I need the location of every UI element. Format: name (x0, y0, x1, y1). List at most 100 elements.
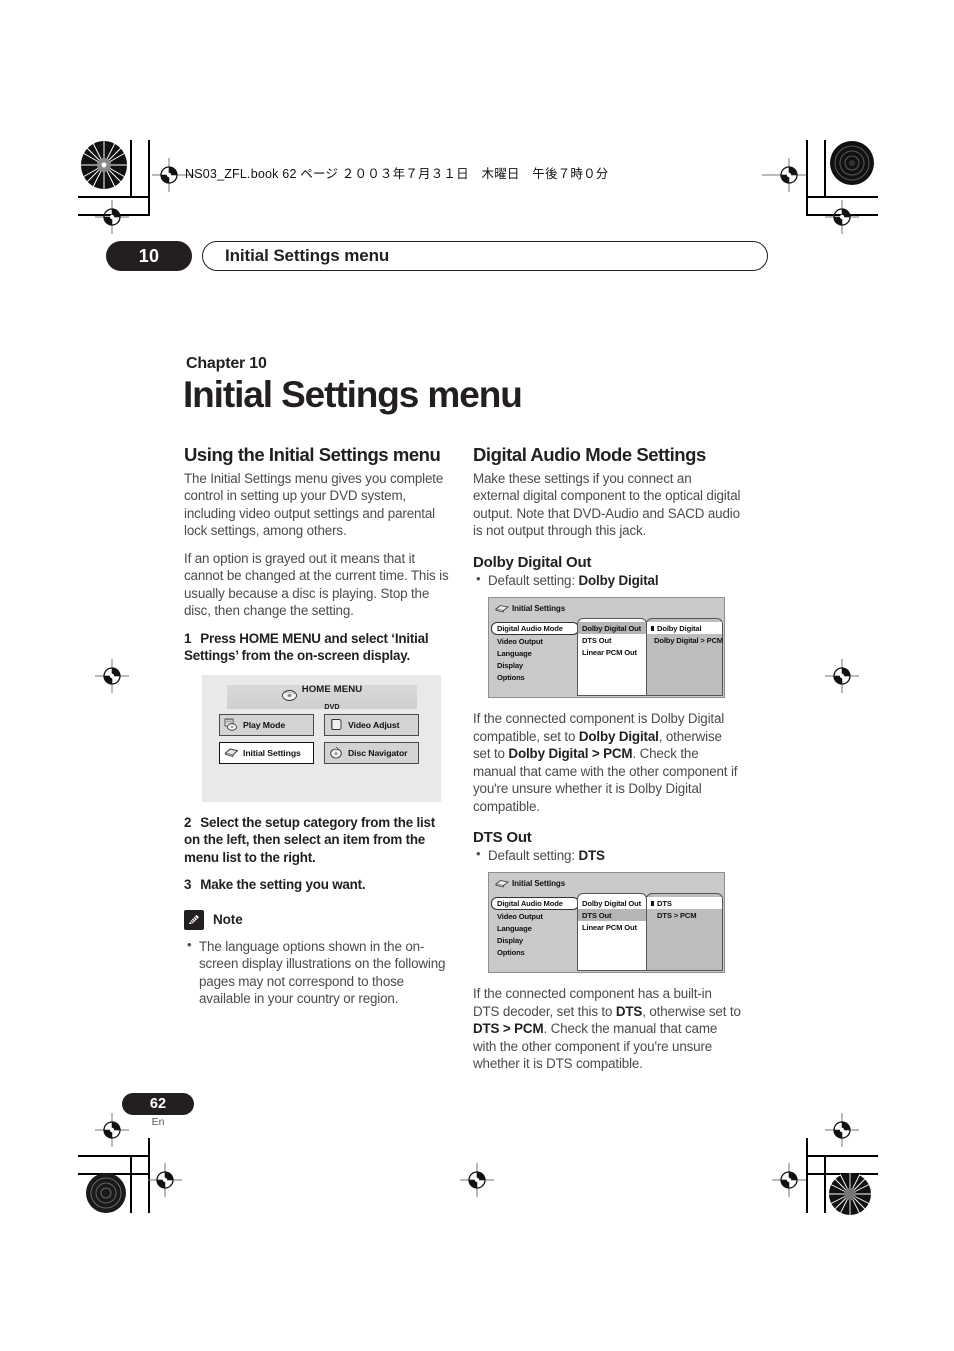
home-menu-button-video-adjust[interactable]: Video Adjust (324, 713, 419, 736)
home-menu-title-sub: DVD (324, 701, 340, 711)
note-title: Note (213, 912, 243, 928)
right-column: Digital Audio Mode Settings Make these s… (473, 443, 741, 1083)
dolby-default-prefix: Default setting: (488, 572, 579, 588)
print-rosette-bottom-left (85, 1172, 127, 1214)
subsection-heading-dolby-digital-out: Dolby Digital Out (473, 553, 592, 571)
registration-mark-left-lower (95, 1113, 129, 1147)
paragraph-dts-explanation: If the connected component has a built-i… (473, 985, 741, 1072)
dts-default-value: DTS (578, 848, 605, 863)
home-menu-button-label: Disc Navigator (348, 747, 408, 758)
step-2-number: 2 (184, 814, 192, 830)
osd-item-selected[interactable]: DTS Out (578, 909, 646, 922)
dts-default-prefix: Default setting: (488, 848, 579, 863)
osd-category-item[interactable]: Language (492, 647, 578, 659)
home-menu-button-play-mode[interactable]: Play Mode (219, 713, 314, 736)
step-1-text: Press HOME MENU and select ‘Initial Sett… (184, 630, 429, 664)
osd-category-item[interactable]: Display (492, 934, 578, 946)
registration-mark-right-upper (825, 200, 859, 234)
crop-mark-bottom-left-h (78, 1155, 150, 1157)
osd-category-item[interactable]: Options (492, 946, 578, 958)
home-menu-button-label: Initial Settings (243, 747, 301, 758)
osd-category-item[interactable]: Language (492, 922, 578, 934)
page-language-code: En (151, 1116, 165, 1128)
dolby-default-item: Default setting: Dolby Digital (473, 571, 741, 589)
crop-mark-bottom-right-v (824, 1155, 826, 1213)
play-mode-icon (224, 718, 239, 731)
running-header: 10 Initial Settings menu (106, 241, 768, 271)
osd-illustration-dolby-digital-out: Initial Settings Digital Audio Mode Vide… (488, 597, 725, 699)
home-menu-button-initial-settings[interactable]: Initial Settings (219, 741, 314, 764)
note-list: The language options shown in the on-scr… (184, 937, 452, 1008)
paragraph-intro-2: If an option is grayed out it means that… (184, 550, 449, 619)
crop-mark-top-right-v (824, 140, 826, 198)
osd-item-selected[interactable]: Dolby Digital Out (578, 622, 646, 635)
registration-mark-right-lower (825, 1113, 859, 1147)
osd-category-item[interactable]: Video Output (492, 910, 578, 922)
osd-header-dolby: Initial Settings (495, 603, 565, 614)
crop-mark-top-left-h (78, 196, 150, 198)
step-3: 3 Make the setting you want. (184, 876, 452, 894)
osd-category-item-selected[interactable]: Digital Audio Mode (491, 622, 579, 636)
initial-settings-icon (224, 746, 239, 759)
osd-option-list-dolby: Dolby Digital Dolby Digital > PCM (646, 618, 724, 697)
osd-illustration-dts-out: Initial Settings Digital Audio Mode Vide… (488, 872, 725, 974)
print-imprint-line: NS03_ZFL.book 62 ページ ２００３年７月３１日 木曜日 午後７時… (185, 167, 609, 181)
osd-option-selected[interactable]: Dolby Digital (647, 622, 722, 635)
print-rosette-bottom-right (828, 1172, 872, 1216)
osd-option-label: DTS > PCM (657, 910, 697, 920)
osd-item-list-dts: Dolby Digital Out DTS Out Linear PCM Out (577, 893, 647, 972)
disc-navigator-icon (329, 746, 344, 759)
osd-option[interactable]: DTS > PCM (647, 909, 722, 921)
osd-item-list-dolby: Dolby Digital Out DTS Out Linear PCM Out (577, 618, 647, 697)
osd-item[interactable]: Dolby Digital Out (578, 897, 646, 909)
dts-body-bold-1: DTS (615, 1003, 643, 1019)
osd-category-item[interactable]: Display (492, 659, 578, 671)
step-3-text: Make the setting you want. (200, 877, 366, 893)
note-header: Note (184, 909, 452, 930)
step-1-number: 1 (184, 630, 192, 646)
selection-marker-placeholder-icon (651, 913, 654, 918)
dts-body-bold-2: DTS > PCM (473, 1021, 544, 1037)
manual-page: NS03_ZFL.book 62 ページ ２００３年７月３１日 木曜日 午後７時… (0, 0, 954, 1351)
dolby-default-value: Dolby Digital (578, 572, 659, 588)
osd-option-label: DTS (657, 898, 672, 908)
paragraph-intro-1: The Initial Settings menu gives you comp… (184, 470, 444, 539)
crop-mark-top-left-v2 (148, 140, 150, 215)
paragraph-digital-audio-intro: Make these settings if you connect an ex… (473, 470, 741, 539)
registration-mark-left-upper (95, 200, 129, 234)
home-menu-illustration: HOME MENU DVD Play Mode Video Adjust Ini… (202, 674, 441, 802)
osd-header-dts: Initial Settings (495, 878, 565, 889)
osd-category-item[interactable]: Options (492, 671, 578, 683)
registration-mark-left-middle (95, 659, 129, 693)
home-menu-button-label: Play Mode (243, 719, 286, 730)
osd-option-label: Dolby Digital > PCM (654, 635, 724, 645)
osd-category-item-selected[interactable]: Digital Audio Mode (491, 897, 579, 911)
registration-mark-top-left (152, 158, 196, 192)
page-number-badge: 62 (122, 1093, 194, 1115)
chapter-label: Chapter 10 (186, 355, 267, 372)
home-menu-button-grid: Play Mode Video Adjust Initial Settings … (219, 713, 419, 764)
osd-category-list-dts: Digital Audio Mode Video Output Language… (491, 897, 579, 972)
pencil-icon (184, 909, 204, 930)
video-adjust-icon (329, 718, 344, 731)
chapter-number-badge: 10 (106, 241, 192, 271)
print-rosette-top-left (80, 140, 128, 190)
osd-item[interactable]: Linear PCM Out (578, 921, 646, 933)
home-menu-button-disc-navigator[interactable]: Disc Navigator (324, 741, 419, 764)
osd-category-item[interactable]: Video Output (492, 635, 578, 647)
osd-option[interactable]: Dolby Digital > PCM (647, 634, 724, 646)
osd-header-label: Initial Settings (512, 604, 566, 614)
registration-mark-top-right (762, 158, 806, 192)
note-list-item: The language options shown in the on-scr… (184, 937, 452, 1008)
crop-mark-bottom-right-v2 (806, 1138, 808, 1213)
dts-default-list: Default setting: DTS (473, 846, 741, 864)
osd-item[interactable]: Linear PCM Out (578, 646, 646, 658)
home-menu-title-text: HOME MENU DVD (302, 680, 363, 713)
crop-mark-bottom-left-v (130, 1155, 132, 1213)
osd-item[interactable]: DTS Out (578, 634, 646, 646)
osd-option-selected[interactable]: DTS (647, 897, 722, 910)
subsection-heading-dts-out: DTS Out (473, 829, 532, 846)
osd-header-label: Initial Settings (512, 879, 566, 889)
page-title: Initial Settings menu (183, 374, 523, 415)
print-rosette-top-right (829, 140, 875, 186)
